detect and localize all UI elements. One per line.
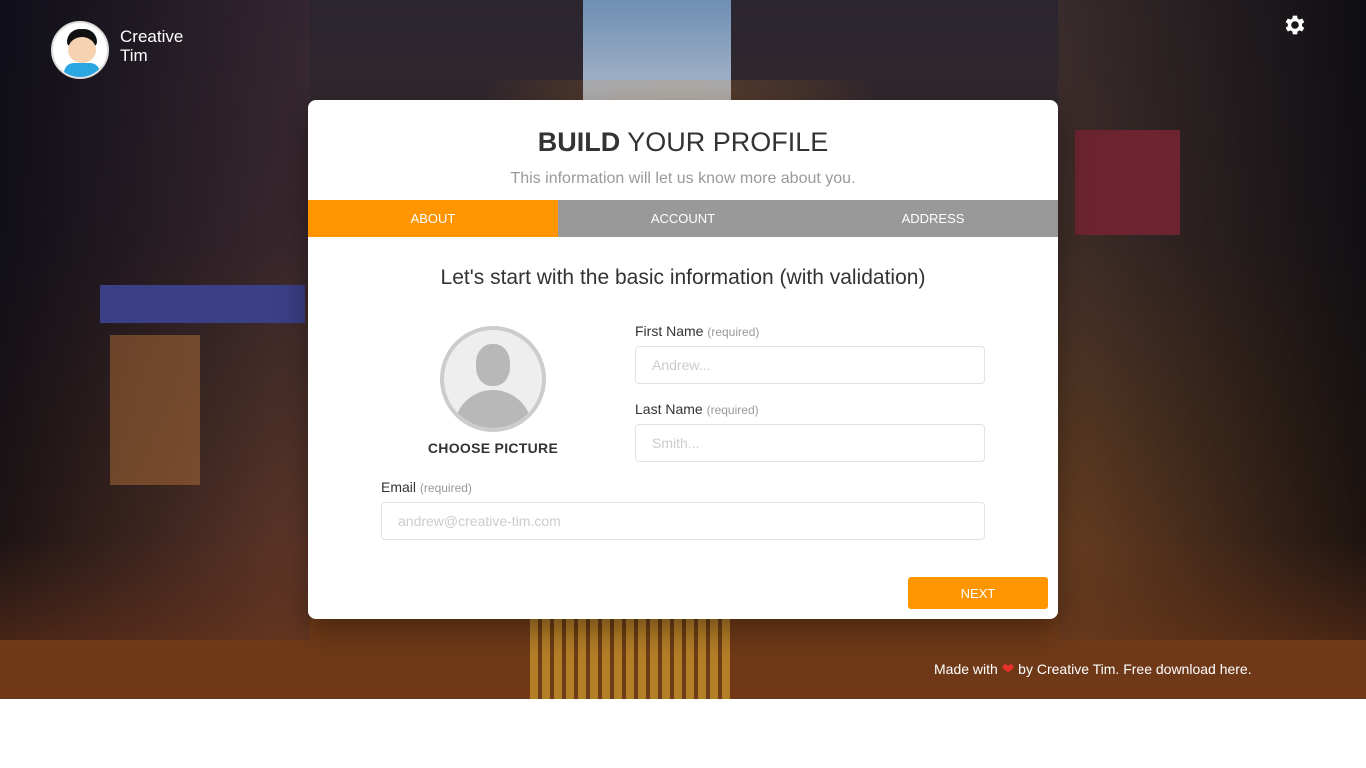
first-name-label-text: First Name [635,323,704,339]
next-button[interactable]: NEXT [908,577,1048,609]
gear-icon[interactable] [1281,12,1307,38]
wizard-title-rest: YOUR PROFILE [620,127,829,157]
first-name-label: First Name (required) [635,323,759,339]
tab-about[interactable]: ABOUT [308,200,558,237]
wizard-tabs: ABOUT ACCOUNT ADDRESS [308,200,1058,237]
brand-name: Creative Tim [120,27,184,65]
first-name-input[interactable] [635,346,985,384]
wizard-title: BUILD YOUR PROFILE [308,127,1058,158]
footer-made-with: Made with [934,661,998,677]
email-label: Email (required) [381,479,472,495]
heart-icon: ❤ [1001,661,1015,678]
brand[interactable]: Creative Tim [51,21,190,79]
footer-credit[interactable]: Made with ❤ by Creative Tim. Free downlo… [934,660,1252,678]
email-required: (required) [419,481,472,495]
email-input[interactable] [381,502,985,540]
last-name-input[interactable] [635,424,985,462]
tab-account[interactable]: ACCOUNT [558,200,808,237]
last-name-label-text: Last Name [635,401,703,417]
wizard-title-bold: BUILD [537,127,621,157]
footer-by-text: by Creative Tim. Free download here. [1018,661,1252,677]
choose-picture-label[interactable]: CHOOSE PICTURE [408,440,578,456]
email-label-text: Email [381,479,417,495]
creative-tim-logo [51,21,109,79]
section-title: Let's start with the basic information (… [440,266,926,289]
wizard-card: BUILD YOUR PROFILE This information will… [308,100,1058,619]
first-name-required: (required) [707,325,760,339]
tab-address[interactable]: ADDRESS [808,200,1058,237]
wizard-subtitle: This information will let us know more a… [510,170,856,187]
avatar-placeholder[interactable] [440,326,546,432]
last-name-label: Last Name (required) [635,401,759,417]
last-name-required: (required) [706,403,759,417]
